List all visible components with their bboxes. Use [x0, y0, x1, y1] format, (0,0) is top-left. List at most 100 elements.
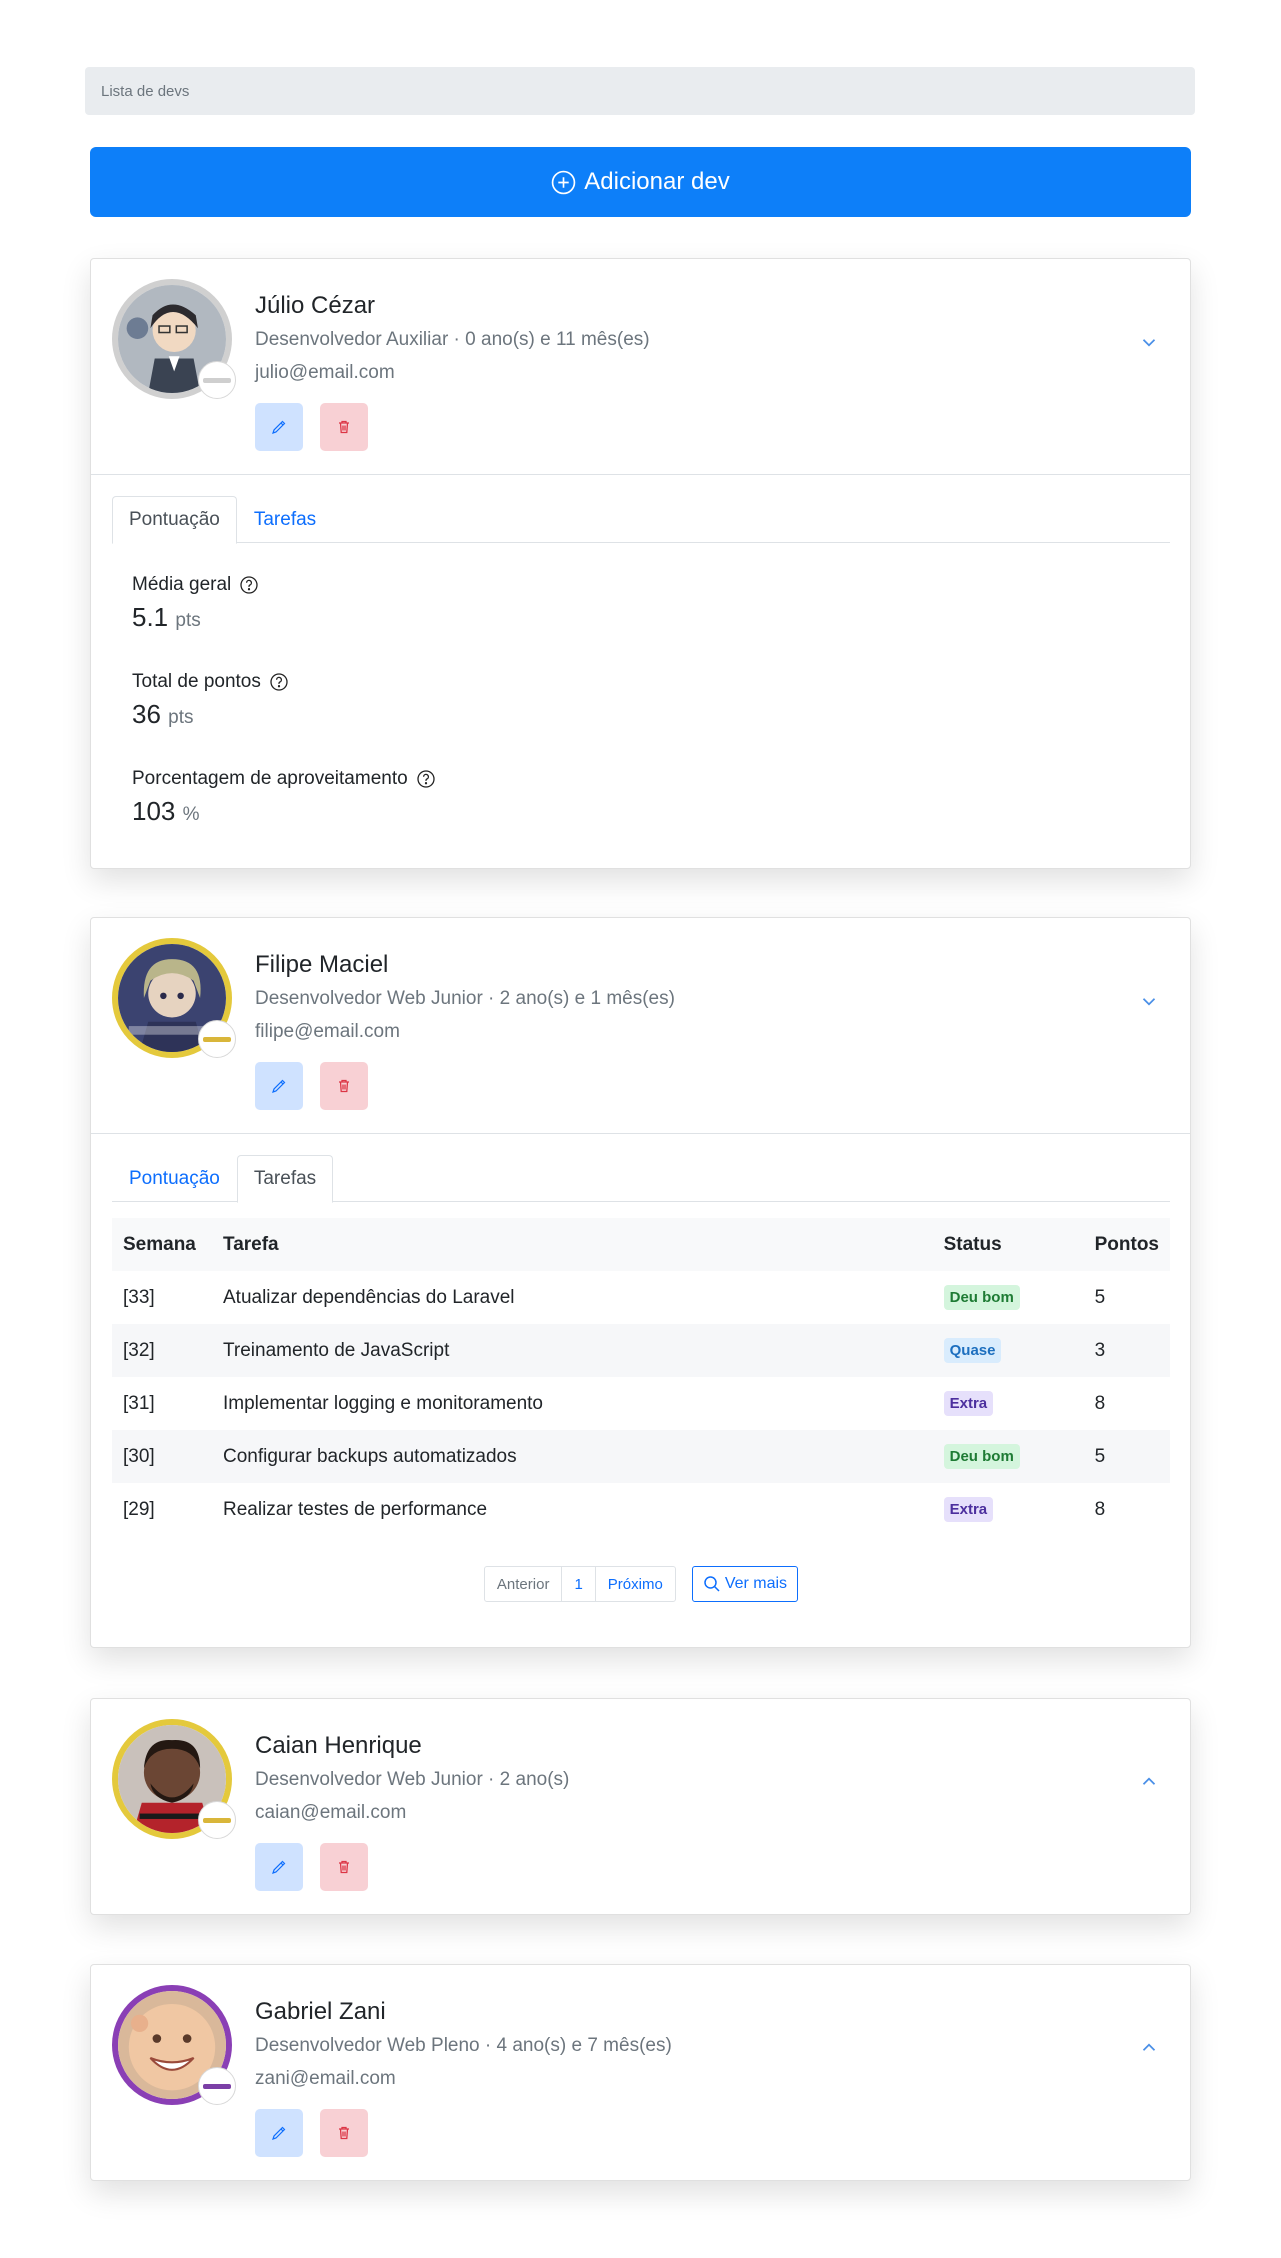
task-name: Implementar logging e monitoramento: [223, 1392, 544, 1414]
task-week: [32]: [112, 1324, 212, 1377]
edit-button[interactable]: [255, 2109, 303, 2157]
stat-average: Média geral 5.1 pts: [132, 574, 1170, 633]
column-header: Status: [932, 1218, 1084, 1271]
question-circle-icon[interactable]: [269, 672, 289, 692]
task-points: 5: [1094, 1286, 1106, 1308]
column-header: Pontos: [1083, 1218, 1170, 1271]
task-name: Atualizar dependências do Laravel: [223, 1286, 515, 1308]
dev-email: caian@email.com: [255, 1802, 407, 1823]
collapse-toggle[interactable]: [1138, 331, 1160, 353]
edit-button[interactable]: [255, 403, 303, 451]
dev-role: Desenvolvedor Web Junior · 2 ano(s): [255, 1769, 570, 1790]
dev-name: Caian Henrique: [255, 1732, 422, 1759]
dev-name: Gabriel Zani: [255, 1998, 386, 2025]
dev-card: Gabriel Zani Desenvolvedor Web Pleno · 4…: [90, 1964, 1191, 2181]
status-badge: Extra: [943, 1391, 994, 1416]
breadcrumb-label: Lista de devs: [101, 82, 190, 100]
stat-label: Média geral: [132, 574, 232, 595]
plus-circle-icon: [552, 170, 576, 194]
tab-score[interactable]: Pontuação: [112, 1155, 237, 1202]
trash-icon: [339, 1860, 349, 1874]
stat-label: Total de pontos: [132, 671, 261, 692]
delete-button[interactable]: [320, 403, 368, 451]
tab-bar: Pontuação Tarefas: [112, 1155, 1170, 1203]
chevron-down-icon: [1142, 998, 1156, 1006]
status-badge: Extra: [943, 1497, 994, 1522]
dev-role: Desenvolvedor Auxiliar · 0 ano(s) e 11 m…: [255, 329, 650, 350]
dev-card: Caian Henrique Desenvolvedor Web Junior …: [90, 1698, 1191, 1915]
pencil-icon: [272, 1860, 286, 1874]
dev-card: Júlio Cézar Desenvolvedor Auxiliar · 0 a…: [90, 258, 1191, 869]
pagination: Anterior 1 Próximo: [483, 1566, 676, 1602]
chevron-up-icon: [1142, 2043, 1156, 2051]
dev-role: Desenvolvedor Web Pleno · 4 ano(s) e 7 m…: [255, 2035, 672, 2056]
rank-badge: [198, 1801, 236, 1839]
breadcrumb: Lista de devs: [85, 67, 1195, 115]
rank-bar: [203, 2083, 231, 2089]
task-week: [30]: [112, 1430, 212, 1483]
rank-bar: [203, 1817, 231, 1823]
stat-value: 36: [132, 699, 161, 729]
delete-button[interactable]: [320, 2109, 368, 2157]
delete-button[interactable]: [320, 1062, 368, 1110]
tab-score[interactable]: Pontuação: [112, 496, 237, 544]
pencil-icon: [272, 420, 286, 434]
tab-tasks[interactable]: Tarefas: [236, 1155, 334, 1203]
stat-percentage: Porcentagem de aproveitamento 103 %: [132, 768, 1170, 827]
pencil-icon: [272, 1079, 286, 1093]
tab-bar: Pontuação Tarefas: [112, 496, 1170, 544]
pencil-icon: [272, 2126, 286, 2140]
stat-unit: pts: [168, 707, 194, 728]
delete-button[interactable]: [320, 1843, 368, 1891]
see-more-label: Ver mais: [724, 1575, 788, 1592]
table-row: [30] Configurar backups automatizados De…: [112, 1430, 1170, 1483]
task-table: Semana Tarefa Status Pontos [33] Atualiz…: [112, 1218, 1170, 1536]
trash-icon: [339, 1079, 349, 1093]
edit-button[interactable]: [255, 1062, 303, 1110]
dev-email: julio@email.com: [255, 362, 395, 383]
task-week: [31]: [123, 1392, 155, 1414]
table-row: [33] Atualizar dependências do Laravel D…: [112, 1271, 1170, 1324]
pagination-prev: Anterior: [485, 1567, 563, 1601]
task-name: Treinamento de JavaScript: [212, 1324, 933, 1377]
dev-name: Júlio Cézar: [255, 292, 376, 319]
task-points: 8: [1094, 1498, 1106, 1520]
table-row: [32] Treinamento de JavaScript Quase 3: [112, 1324, 1170, 1377]
dev-name: Filipe Maciel: [255, 951, 389, 978]
stat-total: Total de pontos 36 pts: [132, 671, 1170, 730]
expand-toggle[interactable]: [1138, 1771, 1160, 1793]
status-badge: Deu bom: [943, 1444, 1020, 1469]
question-circle-icon[interactable]: [416, 769, 436, 789]
pagination-page[interactable]: 1: [562, 1567, 596, 1601]
pagination-next[interactable]: Próximo: [596, 1567, 675, 1601]
dev-card: Filipe Maciel Desenvolvedor Web Junior ·…: [90, 917, 1191, 1648]
stat-label: Porcentagem de aproveitamento: [132, 768, 408, 789]
see-more-button[interactable]: Ver mais: [691, 1566, 799, 1602]
dev-role: Desenvolvedor Web Junior · 2 ano(s) e 1 …: [255, 988, 675, 1009]
question-circle-icon[interactable]: [239, 575, 259, 595]
chevron-down-icon: [1142, 339, 1156, 347]
expand-toggle[interactable]: [1138, 2037, 1160, 2059]
status-badge: Quase: [943, 1338, 1002, 1363]
rank-bar: [203, 377, 231, 383]
dev-email: filipe@email.com: [255, 1021, 400, 1042]
column-header: Tarefa: [212, 1218, 933, 1271]
task-name: Configurar backups automatizados: [212, 1430, 933, 1483]
stat-value: 5.1: [132, 602, 169, 632]
add-dev-label: Adicionar dev: [584, 168, 730, 195]
stat-value: 103: [132, 796, 176, 826]
tab-tasks[interactable]: Tarefas: [237, 496, 333, 543]
search-icon: [704, 1576, 720, 1592]
stat-unit: %: [182, 804, 200, 825]
stat-unit: pts: [175, 610, 201, 631]
trash-icon: [339, 2126, 349, 2140]
rank-badge: [198, 361, 236, 399]
task-points: 3: [1083, 1324, 1170, 1377]
chevron-up-icon: [1142, 1777, 1156, 1785]
status-badge: Deu bom: [943, 1285, 1020, 1310]
task-points: 5: [1083, 1430, 1170, 1483]
edit-button[interactable]: [255, 1843, 303, 1891]
table-row: [29] Realizar testes de performance Extr…: [112, 1483, 1170, 1536]
add-dev-button[interactable]: Adicionar dev: [90, 147, 1191, 217]
collapse-toggle[interactable]: [1138, 990, 1160, 1012]
